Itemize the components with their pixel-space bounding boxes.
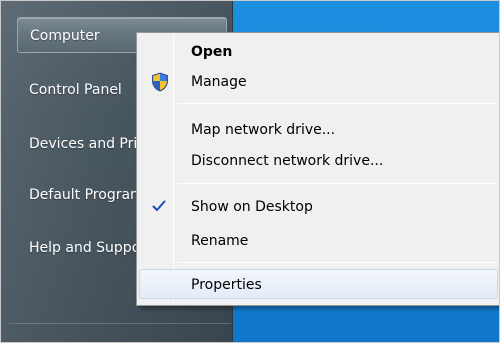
start-pane-divider (9, 323, 231, 324)
menu-separator (177, 103, 496, 104)
start-item-label: Default Programs (29, 187, 151, 203)
screen: Computer Control Panel Devices and Print… (0, 0, 500, 343)
menu-item-label: Disconnect network drive... (191, 153, 384, 169)
menu-item-map-network-drive[interactable]: Map network drive... (139, 115, 498, 145)
menu-item-disconnect-network-drive[interactable]: Disconnect network drive... (139, 146, 498, 176)
menu-item-label: Show on Desktop (191, 199, 313, 215)
menu-separator (177, 262, 496, 263)
start-item-label: Help and Support (29, 240, 152, 256)
menu-item-properties[interactable]: Properties (139, 269, 498, 299)
uac-shield-icon (152, 72, 168, 92)
start-item-label: Control Panel (29, 82, 122, 98)
checkmark-icon (152, 200, 166, 211)
menu-item-label: Properties (191, 277, 262, 293)
menu-separator (177, 183, 496, 184)
context-menu: Open Manage Map network drive... Disconn… (136, 32, 499, 306)
menu-item-show-on-desktop[interactable]: Show on Desktop (139, 192, 498, 222)
start-item-label: Computer (30, 28, 100, 44)
menu-item-rename[interactable]: Rename (139, 226, 498, 256)
menu-item-manage[interactable]: Manage (139, 67, 498, 97)
menu-item-open[interactable]: Open (139, 37, 498, 67)
menu-item-label: Map network drive... (191, 122, 336, 138)
menu-item-label: Open (191, 44, 233, 60)
menu-item-label: Manage (191, 74, 247, 90)
menu-item-label: Rename (191, 233, 249, 249)
